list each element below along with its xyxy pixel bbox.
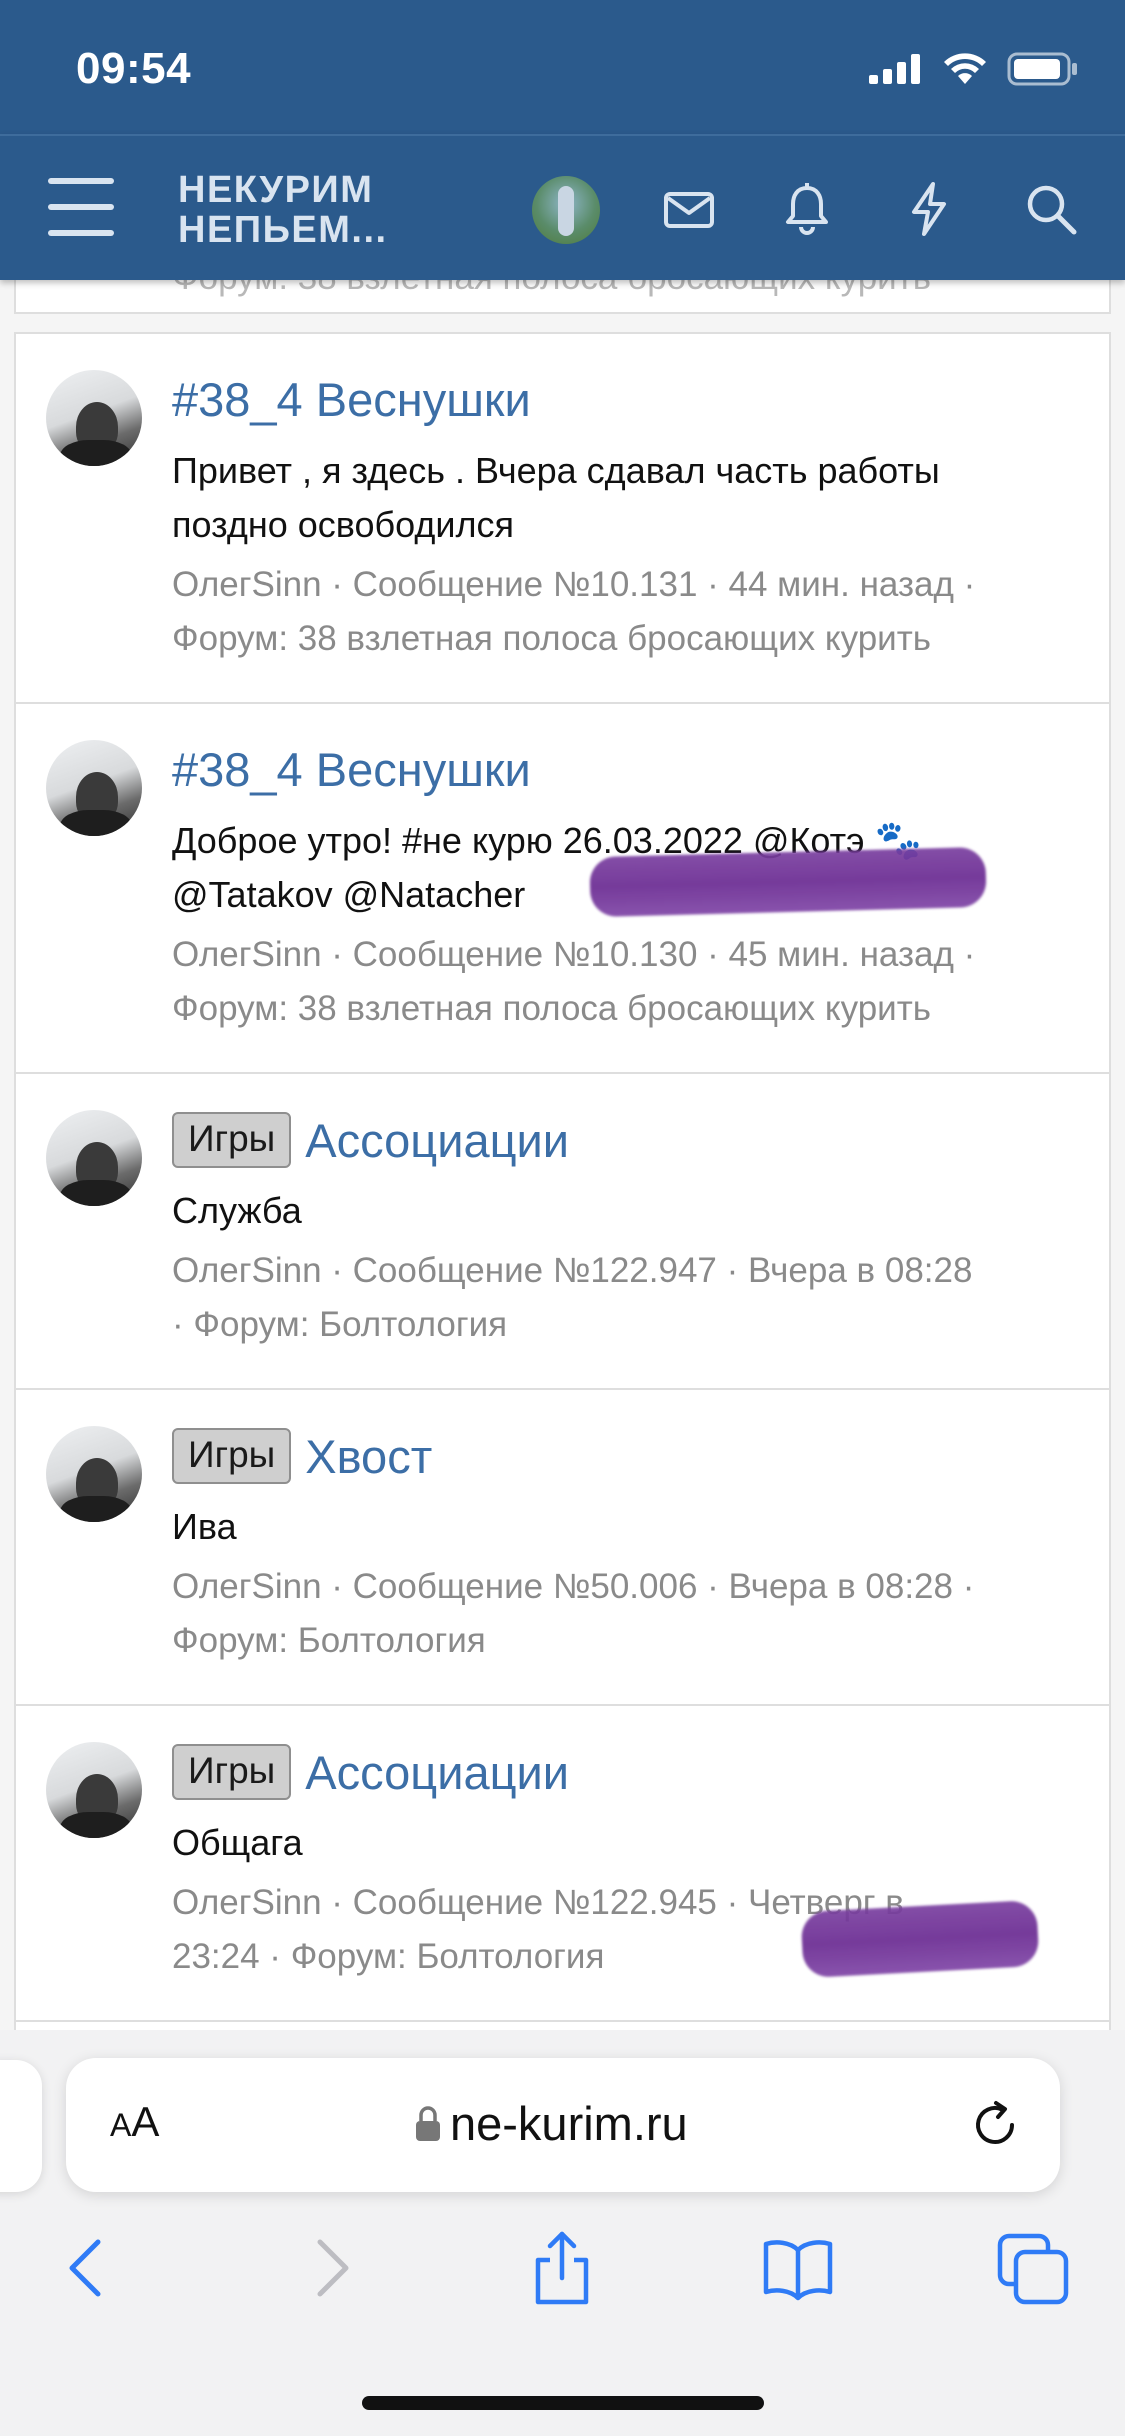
address-bar[interactable]: AA ne-kurim.ru	[66, 2058, 1060, 2192]
bell-icon[interactable]	[778, 180, 836, 238]
thread-title-link[interactable]: #38_4 Веснушки	[172, 742, 531, 797]
text-size-button[interactable]: AA	[110, 2098, 159, 2146]
search-icon[interactable]	[1022, 180, 1080, 238]
share-icon[interactable]	[524, 2230, 600, 2306]
thread-title-link[interactable]: Хвост	[305, 1429, 432, 1484]
status-time: 09:54	[76, 44, 192, 93]
partial-post-card: Форум: 38 взлетная полоса бросающих кури…	[14, 280, 1111, 314]
bookmarks-icon[interactable]	[760, 2230, 836, 2306]
forward-icon[interactable]	[292, 2230, 368, 2306]
wifi-icon	[944, 53, 986, 84]
author-avatar[interactable]	[46, 370, 142, 466]
cellular-signal-icon	[869, 54, 920, 84]
lightning-icon[interactable]	[900, 180, 958, 238]
prefix-tag[interactable]: Игры	[172, 1744, 292, 1800]
post-card[interactable]: Игры Ассоциации Служба ОлегSinn · Сообще…	[14, 1072, 1111, 1390]
previous-tab-preview[interactable]	[0, 2060, 42, 2192]
site-logo[interactable]: НЕКУРИМ НЕПЬЕМ...	[178, 170, 388, 250]
author-avatar[interactable]	[46, 1426, 142, 1522]
redaction-scribble	[800, 1899, 1040, 1979]
post-card[interactable]: #38_4 Веснушки Привет , я здесь . Вчера …	[14, 332, 1111, 704]
redaction-scribble	[589, 846, 987, 918]
partial-post-card	[14, 2020, 1111, 2030]
author-avatar[interactable]	[46, 1742, 142, 1838]
prefix-tag[interactable]: Игры	[172, 1112, 292, 1168]
reload-icon[interactable]	[968, 2098, 1022, 2152]
hamburger-menu-button[interactable]	[48, 178, 114, 236]
post-snippet: Привет , я здесь . Вчера сдавал часть ра…	[172, 450, 940, 545]
post-meta: ОлегSinn · Сообщение №10.131 · 44 мин. н…	[172, 565, 976, 658]
mail-icon[interactable]	[660, 180, 718, 238]
browser-toolbar: AA ne-kurim.ru	[0, 2030, 1125, 2436]
search-results-list: Форум: 38 взлетная полоса бросающих кури…	[14, 280, 1111, 2030]
post-meta: ОлегSinn · Сообщение №122.947 · Вчера в …	[172, 1251, 973, 1344]
status-bar: 09:54	[0, 0, 1125, 134]
home-indicator[interactable]	[362, 2396, 764, 2410]
user-avatar[interactable]	[532, 176, 600, 244]
tabs-icon[interactable]	[996, 2230, 1072, 2306]
status-icons	[869, 52, 1079, 86]
post-snippet: Служба	[172, 1190, 302, 1231]
post-meta: ОлегSinn · Сообщение №50.006 · Вчера в 0…	[172, 1567, 975, 1660]
post-snippet: Общага	[172, 1822, 303, 1863]
author-avatar[interactable]	[46, 1110, 142, 1206]
lock-icon	[416, 2105, 440, 2141]
post-card[interactable]: Игры Хвост Ива ОлегSinn · Сообщение №50.…	[14, 1388, 1111, 1706]
thread-title-link[interactable]: #38_4 Веснушки	[172, 372, 531, 427]
thread-title-link[interactable]: Ассоциации	[305, 1745, 569, 1800]
prefix-tag[interactable]: Игры	[172, 1428, 292, 1484]
battery-icon	[1007, 52, 1077, 86]
post-card[interactable]: Игры Ассоциации Общага ОлегSinn · Сообще…	[14, 1704, 1111, 2022]
url-text[interactable]: ne-kurim.ru	[414, 2096, 688, 2151]
post-meta: ОлегSinn · Сообщение №10.130 · 45 мин. н…	[172, 935, 976, 1028]
post-card[interactable]: #38_4 Веснушки Доброе утро! #не курю 26.…	[14, 702, 1111, 1074]
post-snippet: Ива	[172, 1506, 237, 1547]
author-avatar[interactable]	[46, 740, 142, 836]
back-icon[interactable]	[50, 2230, 126, 2306]
forum-header: НЕКУРИМ НЕПЬЕМ...	[0, 134, 1125, 280]
thread-title-link[interactable]: Ассоциации	[305, 1113, 569, 1168]
